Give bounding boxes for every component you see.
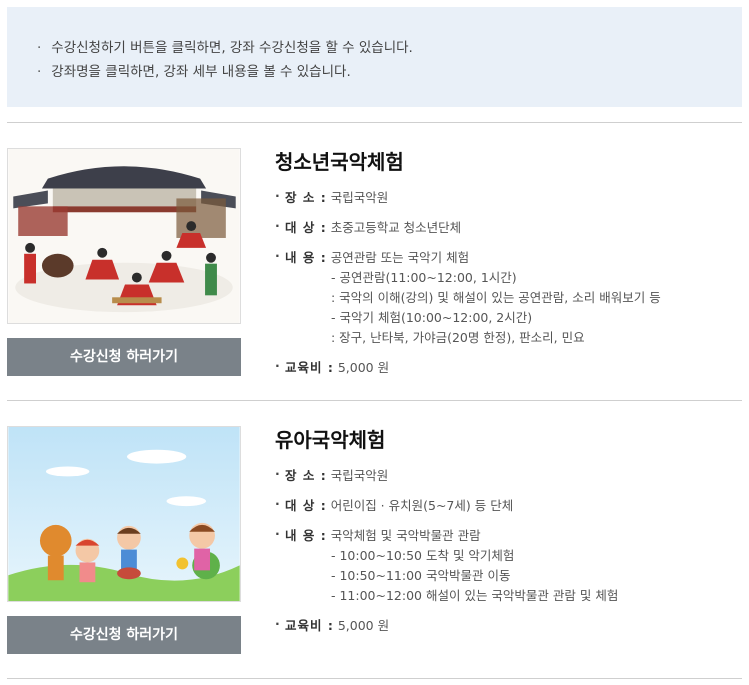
target-label: 대 상 :: [285, 498, 327, 513]
content-label: 내 용 :: [285, 250, 327, 265]
target-value: 초중고등학교 청소년단체: [330, 220, 462, 235]
fee-label: 교육비 :: [285, 360, 334, 375]
content-detail: - 11:00~12:00 해설이 있는 국악박물관 관람 및 체험: [331, 588, 619, 603]
notice-item: 수강신청하기 버튼을 클릭하면, 강좌 수강신청을 할 수 있습니다.: [37, 36, 742, 60]
content-value: 국악체험 및 국악박물관 관람: [330, 528, 481, 543]
content-detail: - 국악기 체험(10:00~12:00, 2시간): [331, 310, 533, 325]
course-thumbnail[interactable]: [7, 148, 241, 324]
course-target-row: · 대 상 : 초중고등학교 청소년단체: [275, 218, 735, 238]
course-place-row: · 장 소 : 국립국악원: [275, 188, 735, 208]
content-detail: - 10:00~10:50 도착 및 악기체험: [331, 548, 515, 563]
fee-label: 교육비 :: [285, 618, 334, 633]
course-content-row: · 내 용 : 국악체험 및 국악박물관 관람: [275, 526, 735, 546]
course-place-row: · 장 소 : 국립국악원: [275, 466, 735, 486]
course-title-link[interactable]: 유아국악체험: [275, 424, 735, 453]
content-detail: - 공연관람(11:00~12:00, 1시간): [331, 270, 517, 285]
course-info: 유아국악체험 · 장 소 : 국립국악원 · 대 상 : 어린이집 · 유치원(5~…: [275, 426, 735, 636]
divider: [7, 400, 742, 401]
place-value: 국립국악원: [330, 468, 389, 483]
apply-button[interactable]: 수강신청 하러가기: [7, 616, 241, 654]
content-detail: : 장구, 난타북, 가야금(20명 한정), 판소리, 민요: [331, 330, 585, 345]
content-value: 공연관람 또는 국악기 체험: [330, 250, 470, 265]
course-fee-row: · 교육비 : 5,000 원: [275, 616, 735, 636]
course-thumbnail[interactable]: [7, 426, 241, 602]
apply-button[interactable]: 수강신청 하러가기: [7, 338, 241, 376]
fee-value: 5,000 원: [337, 360, 390, 375]
place-label: 장 소 :: [285, 190, 327, 205]
notice-box: 수강신청하기 버튼을 클릭하면, 강좌 수강신청을 할 수 있습니다. 강좌명을…: [7, 7, 742, 107]
divider: [7, 678, 742, 679]
place-label: 장 소 :: [285, 468, 327, 483]
gugak-performance-illustration: [8, 149, 240, 323]
content-detail: : 국악의 이해(강의) 및 해설이 있는 공연관람, 소리 배워보기 등: [331, 290, 661, 305]
target-value: 어린이집 · 유치원(5~7세) 등 단체: [330, 498, 514, 513]
kids-music-illustration: [8, 427, 240, 601]
divider: [7, 122, 742, 123]
fee-value: 5,000 원: [337, 618, 390, 633]
content-detail: - 10:50~11:00 국악박물관 이동: [331, 568, 511, 583]
content-label: 내 용 :: [285, 528, 327, 543]
course-fee-row: · 교육비 : 5,000 원: [275, 358, 735, 378]
course-target-row: · 대 상 : 어린이집 · 유치원(5~7세) 등 단체: [275, 496, 735, 516]
target-label: 대 상 :: [285, 220, 327, 235]
notice-list: 수강신청하기 버튼을 클릭하면, 강좌 수강신청을 할 수 있습니다. 강좌명을…: [37, 36, 742, 84]
place-value: 국립국악원: [330, 190, 389, 205]
course-title-link[interactable]: 청소년국악체험: [275, 146, 735, 175]
course-content-row: · 내 용 : 공연관람 또는 국악기 체험: [275, 248, 735, 268]
notice-item: 강좌명을 클릭하면, 강좌 세부 내용을 볼 수 있습니다.: [37, 60, 742, 84]
course-info: 청소년국악체험 · 장 소 : 국립국악원 · 대 상 : 초중고등학교 청소년단체…: [275, 148, 735, 378]
